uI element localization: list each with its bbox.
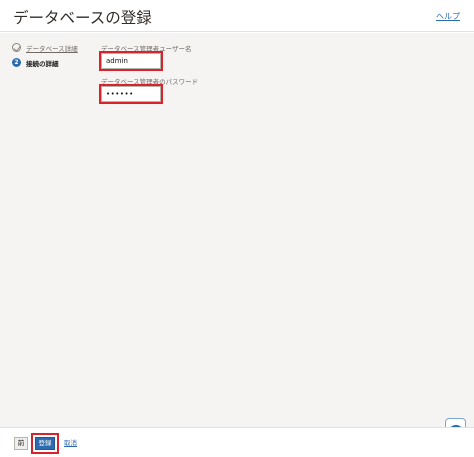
previous-button[interactable]: 前 xyxy=(14,437,28,450)
step-connection-details: 2 接続の詳細 xyxy=(12,57,94,69)
username-field-group: データベース管理者ユーザー名 admin xyxy=(99,43,198,71)
wizard-content: データベース詳細 2 接続の詳細 データベース管理者ユーザー名 admin デー… xyxy=(0,33,474,427)
check-circle-icon xyxy=(12,43,21,52)
password-field-group: データベース管理者のパスワード •••••• xyxy=(99,76,199,104)
help-link[interactable]: ヘルプ xyxy=(436,11,460,22)
step-database-details[interactable]: データベース詳細 xyxy=(12,42,94,54)
username-label: データベース管理者ユーザー名 xyxy=(101,45,192,53)
page-title: データベースの登録 xyxy=(13,9,152,27)
footer-bar: 前 登録 取消 xyxy=(0,427,474,457)
title-bar: データベースの登録 ヘルプ xyxy=(0,0,474,32)
password-label: データベース管理者のパスワード xyxy=(101,78,199,86)
cancel-link[interactable]: 取消 xyxy=(64,438,77,449)
username-input[interactable]: admin xyxy=(99,51,163,71)
step-label[interactable]: データベース詳細 xyxy=(26,43,78,53)
register-button[interactable]: 登録 xyxy=(31,433,59,454)
connection-form: データベース管理者ユーザー名 admin データベース管理者のパスワード •••… xyxy=(99,43,199,104)
step-label: 接続の詳細 xyxy=(26,60,59,68)
password-input[interactable]: •••••• xyxy=(99,84,163,104)
step-number-icon: 2 xyxy=(12,58,21,67)
wizard-steps: データベース詳細 2 接続の詳細 xyxy=(12,42,94,72)
